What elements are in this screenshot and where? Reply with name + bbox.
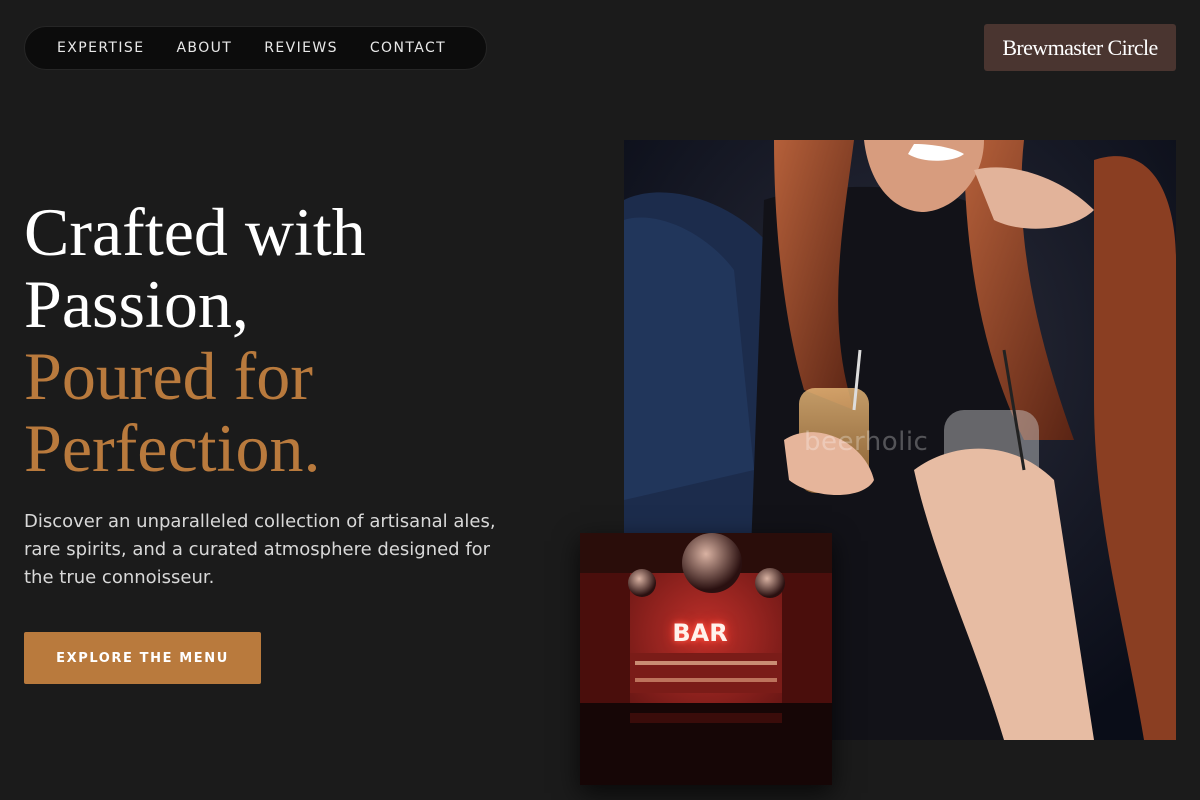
hero-headline: Crafted with Passion, Poured for Perfect… xyxy=(24,196,564,484)
photo-watermark: beerholic xyxy=(804,427,929,457)
bar-interior-photo: BAR xyxy=(580,533,832,785)
nav-link-expertise[interactable]: EXPERTISE xyxy=(57,40,144,56)
explore-menu-button[interactable]: EXPLORE THE MENU xyxy=(24,632,261,684)
nav-link-contact[interactable]: CONTACT xyxy=(370,40,446,56)
top-nav: EXPERTISE ABOUT REVIEWS CONTACT xyxy=(24,26,487,70)
headline-accent-line: Perfection. xyxy=(24,410,321,486)
nav-link-about[interactable]: ABOUT xyxy=(176,40,232,56)
bar-neon-sign: BAR xyxy=(672,619,728,647)
headline-accent-line: Poured for xyxy=(24,338,313,414)
headline-line: Passion, xyxy=(24,266,249,342)
nav-link-reviews[interactable]: REVIEWS xyxy=(264,40,338,56)
brand-logo[interactable]: Brewmaster Circle xyxy=(984,24,1176,71)
bar-photo-graphic xyxy=(580,533,832,785)
hero-description: Discover an unparalleled collection of a… xyxy=(24,511,496,588)
headline-line: Crafted with xyxy=(24,194,366,270)
